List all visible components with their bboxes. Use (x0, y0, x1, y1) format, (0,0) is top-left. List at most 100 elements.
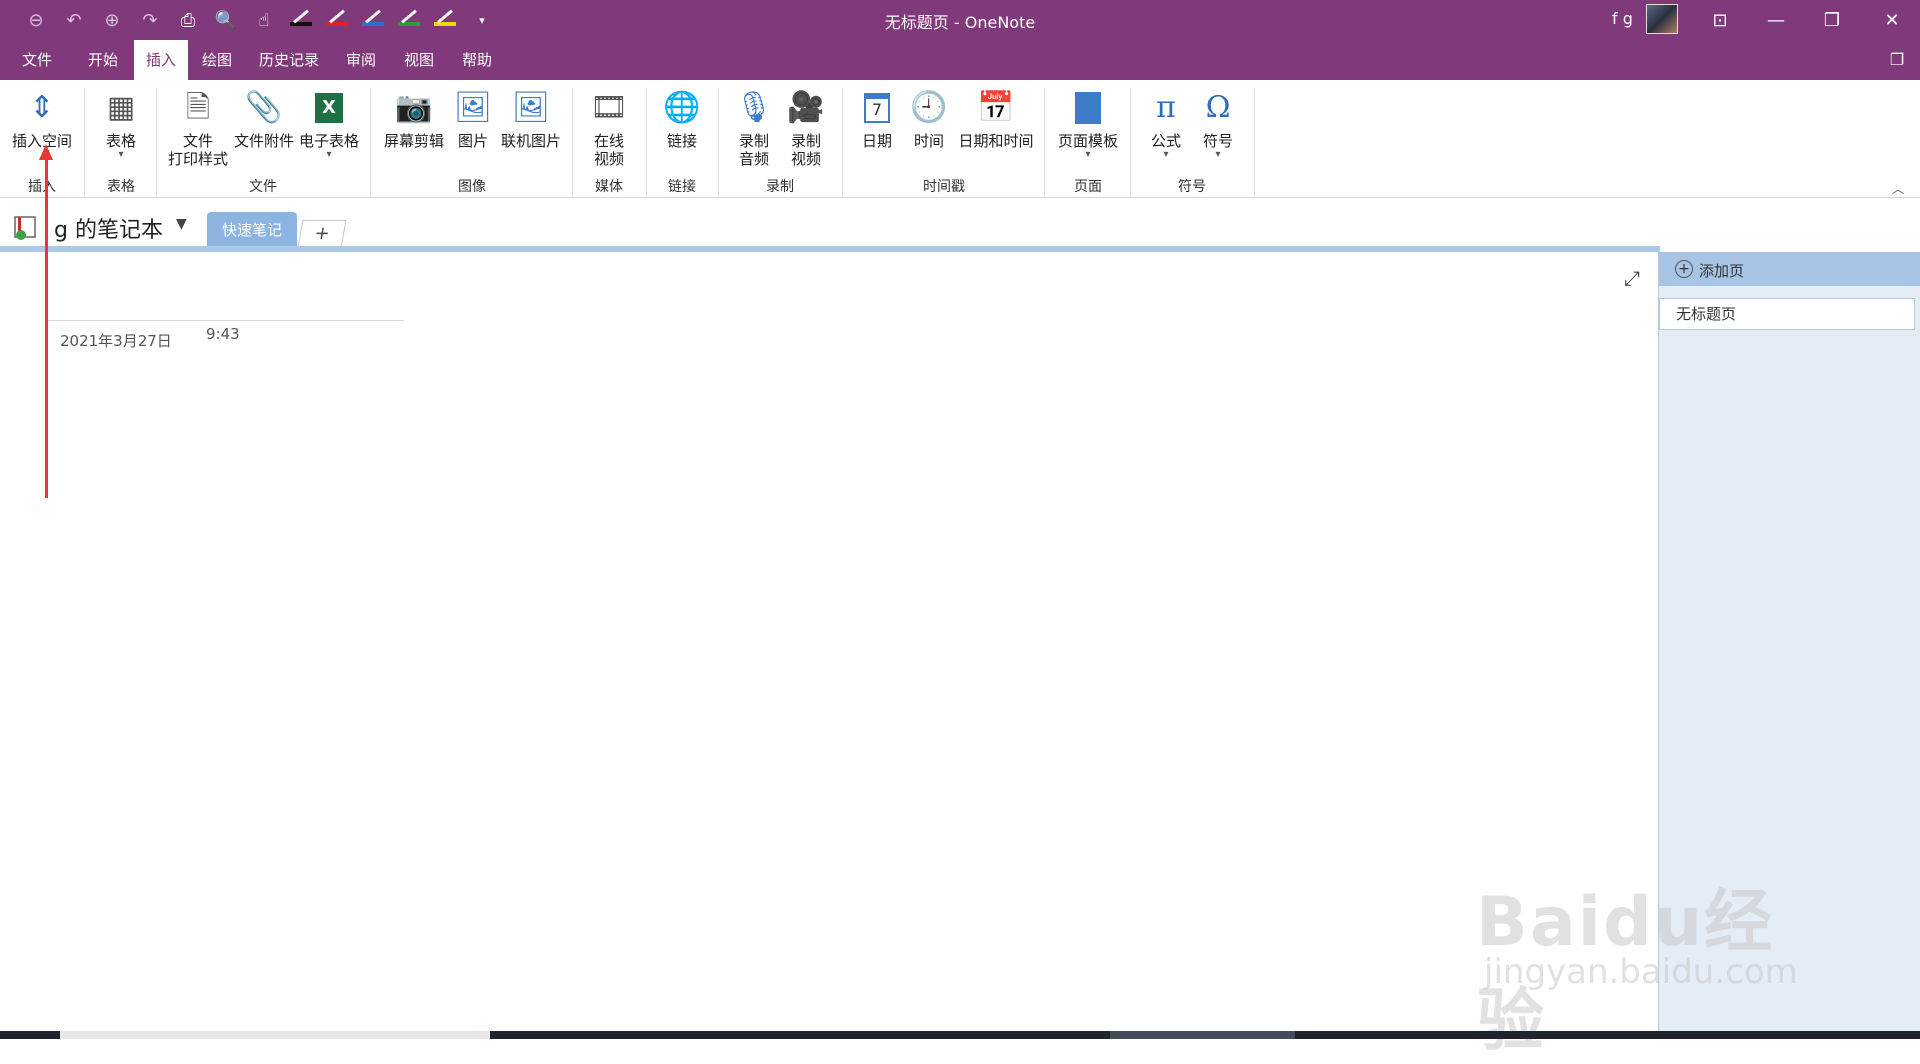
file-attachment-button[interactable]: 📎 文件附件 (232, 88, 296, 151)
video-camera-icon: 🎥 (787, 90, 825, 125)
group-separator (1044, 88, 1045, 196)
group-label-pages: 页面 (1074, 179, 1102, 195)
insert-space-icon: ⇕ (29, 90, 55, 125)
group-separator (156, 88, 157, 196)
taskbar-app[interactable] (1110, 1031, 1295, 1039)
date-time-icon: 📅 (977, 90, 1015, 125)
page-time: 9:43 (206, 325, 240, 343)
group-separator (572, 88, 573, 196)
notebook-bar: g 的笔记本 ▼ 快速笔记 + ⚲ ▾ (0, 198, 1920, 440)
tab-view[interactable]: 视图 (394, 40, 444, 80)
equation-button[interactable]: π 公式 ▾ (1140, 88, 1192, 160)
tab-history[interactable]: 历史记录 (250, 40, 328, 80)
excel-icon: X (309, 88, 349, 128)
page-list-item[interactable]: 无标题页 (1659, 298, 1915, 330)
spreadsheet-label: 电子表格 (298, 132, 359, 150)
date-label: 日期 (861, 132, 892, 150)
link-button[interactable]: 🌐 链接 (654, 88, 710, 151)
group-separator (646, 88, 647, 196)
screen-clipping-button[interactable]: 📷 屏幕剪辑 (380, 88, 448, 151)
notebook-name[interactable]: g 的笔记本 (54, 212, 163, 244)
page-title-line[interactable] (48, 320, 404, 321)
file-attachment-label: 文件附件 (233, 132, 294, 150)
notebook-icon[interactable] (14, 215, 44, 241)
online-video-label-1: 在线 (593, 132, 624, 150)
add-icon: + (1675, 260, 1693, 278)
ribbon-display-icon[interactable]: ⊡ (1692, 0, 1748, 40)
file-printout-button[interactable]: 🗎 文件 打印样式 (164, 88, 232, 169)
file-printout-icon: 🗎 (185, 90, 211, 125)
calendar-icon: 7 (857, 88, 897, 128)
spreadsheet-button[interactable]: X 电子表格 ▾ (296, 88, 362, 160)
chevron-down-icon: ▾ (326, 149, 332, 160)
tab-draw[interactable]: 绘图 (192, 40, 242, 80)
picture-icon: 🖼 (453, 90, 493, 125)
table-icon: ▦ (106, 90, 136, 125)
record-audio-label-2: 音频 (738, 150, 769, 168)
pictures-button[interactable]: 🖼 图片 (450, 88, 496, 151)
pi-icon: π (1156, 90, 1176, 125)
globe-link-icon: 🌐 (663, 90, 701, 125)
group-separator (1130, 88, 1131, 196)
chevron-down-icon: ▾ (118, 149, 124, 160)
add-section-button[interactable]: + (297, 220, 347, 248)
ribbon: ⇕ 插入空间 插入 ▦ 表格 ▾ 表格 🗎 文件 打印样式 📎 文件附件 X 电… (0, 80, 1920, 198)
group-label-timestamp: 时间戳 (923, 179, 965, 195)
group-separator (718, 88, 719, 196)
date-and-time-button[interactable]: 📅 日期和时间 (956, 88, 1036, 151)
title-bar: ⊖ ↶ ⊕ ↷ ⎙ 🔍 ☝ ▾ 无标题页 - OneNote f g ⊡ — ❐… (0, 0, 1920, 40)
group-label-files: 文件 (249, 179, 277, 195)
conversations-icon[interactable]: ❐ (1880, 40, 1914, 80)
group-label-links: 链接 (668, 179, 696, 195)
table-label: 表格 (105, 132, 136, 150)
pictures-label: 图片 (457, 132, 488, 150)
tab-home[interactable]: 开始 (76, 40, 130, 80)
tab-insert[interactable]: 插入 (134, 40, 188, 80)
add-page-label: 添加页 (1699, 262, 1745, 280)
file-printout-label-2: 打印样式 (167, 150, 228, 168)
chevron-down-icon[interactable]: ▼ (176, 216, 187, 232)
tab-file[interactable]: 文件 (8, 40, 66, 80)
section-tab[interactable]: 快速笔记 (207, 212, 297, 248)
taskbar-search[interactable] (60, 1031, 490, 1039)
tab-help[interactable]: 帮助 (452, 40, 502, 80)
tab-review[interactable]: 审阅 (336, 40, 386, 80)
record-video-button[interactable]: 🎥 录制 视频 (780, 88, 832, 169)
group-label-symbols: 符号 (1178, 179, 1206, 195)
screen-clipping-label: 屏幕剪辑 (383, 132, 444, 150)
insert-space-button[interactable]: ⇕ 插入空间 (8, 88, 76, 151)
online-video-icon: 🎞 (589, 90, 629, 125)
date-button[interactable]: 7 日期 (852, 88, 902, 150)
chevron-down-icon: ▾ (1163, 149, 1169, 160)
group-label-media: 媒体 (595, 179, 623, 195)
avatar[interactable] (1646, 4, 1678, 34)
page-templates-button[interactable]: 页面模板 ▾ (1052, 88, 1124, 160)
close-icon[interactable]: ✕ (1864, 0, 1920, 40)
user-name[interactable]: f g (1612, 9, 1633, 28)
file-printout-label-1: 文件 (182, 132, 213, 150)
menu-bar: 文件 开始 插入 绘图 历史记录 审阅 视图 帮助 ❐ (0, 40, 1920, 80)
table-button[interactable]: ▦ 表格 ▾ (92, 88, 150, 160)
online-video-button[interactable]: 🎞 在线 视频 (580, 88, 638, 169)
page-canvas[interactable]: ⤢ 2021年3月27日 9:43 (0, 252, 1658, 1031)
page-templates-label: 页面模板 (1057, 132, 1118, 150)
record-video-label-2: 视频 (790, 150, 821, 168)
chevron-down-icon: ▾ (1215, 149, 1221, 160)
clock-icon: 🕘 (910, 90, 948, 125)
omega-icon: Ω (1205, 90, 1231, 125)
record-video-label-1: 录制 (790, 132, 821, 150)
camera-icon: 📷 (395, 90, 433, 125)
minimize-icon[interactable]: — (1748, 0, 1804, 40)
online-pictures-button[interactable]: 🖼 联机图片 (498, 88, 564, 151)
record-audio-button[interactable]: 🎙 录制 音频 (728, 88, 780, 169)
restore-icon[interactable]: ❐ (1804, 0, 1860, 40)
watermark-url: jingyan.baidu.com (1484, 952, 1798, 992)
annotation-arrow (45, 158, 48, 498)
expand-icon[interactable]: ⤢ (1624, 266, 1640, 290)
group-separator (84, 88, 85, 196)
add-page-button[interactable]: + 添加页 (1659, 252, 1920, 286)
time-button[interactable]: 🕘 时间 (904, 88, 954, 151)
collapse-ribbon-icon[interactable]: ︿ (1892, 180, 1904, 197)
symbol-button[interactable]: Ω 符号 ▾ (1192, 88, 1244, 160)
microphone-icon: 🎙 (734, 90, 774, 125)
